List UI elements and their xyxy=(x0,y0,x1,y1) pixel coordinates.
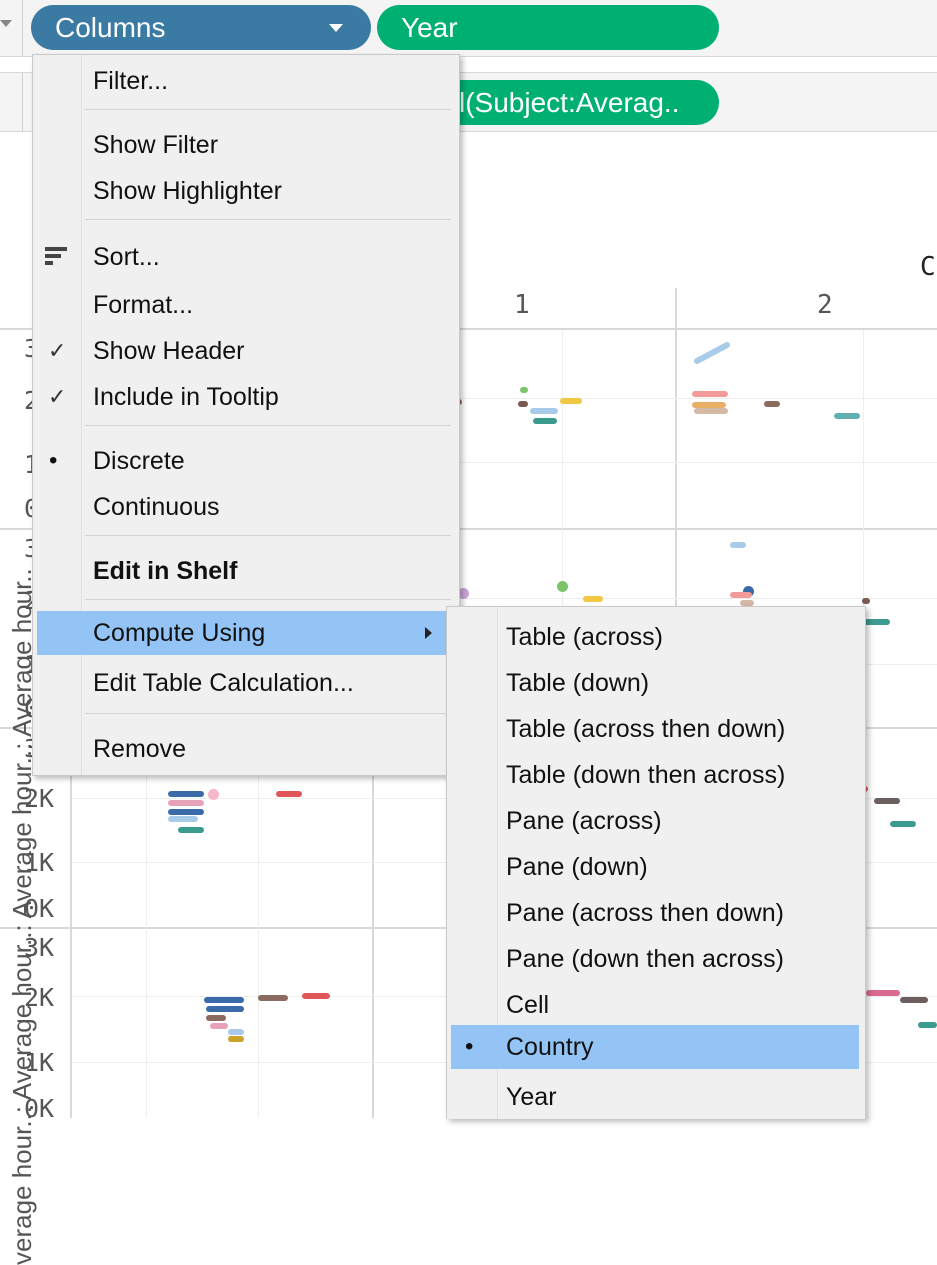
y-tick: 1K xyxy=(24,1048,55,1077)
data-mark[interactable] xyxy=(533,418,557,424)
checkmark-icon: ✓ xyxy=(48,338,67,363)
checkmark-icon: ✓ xyxy=(48,384,67,409)
data-mark[interactable] xyxy=(560,398,582,404)
menu-item-continuous[interactable]: Continuous xyxy=(33,485,459,529)
data-mark[interactable] xyxy=(168,816,198,822)
menu-item-sort[interactable]: Sort... xyxy=(33,235,459,279)
submenu-item-pane-across[interactable]: Pane (across) xyxy=(447,799,865,843)
menu-item-filter[interactable]: Filter... xyxy=(33,59,459,103)
data-mark[interactable] xyxy=(276,791,302,797)
submenu-arrow-icon xyxy=(425,627,432,639)
submenu-item-pane-down[interactable]: Pane (down) xyxy=(447,845,865,889)
submenu-item-country[interactable]: • Country xyxy=(451,1025,859,1069)
shelf-scroll-arrow-icon[interactable] xyxy=(0,20,12,27)
y-tick: 0K xyxy=(24,894,55,923)
columns-shelf[interactable]: Columns Year xyxy=(0,0,937,57)
data-mark[interactable] xyxy=(302,993,330,999)
year-pill-label: Year xyxy=(401,12,458,43)
data-mark[interactable] xyxy=(206,1015,226,1021)
data-mark[interactable] xyxy=(730,592,752,598)
menu-item-show-highlighter[interactable]: Show Highlighter xyxy=(33,169,459,213)
y-tick: 1K xyxy=(24,848,55,877)
columns-pill-label: Columns xyxy=(55,12,166,43)
menu-item-edit-table-calculation[interactable]: Edit Table Calculation... xyxy=(33,661,459,705)
menu-item-show-header[interactable]: ✓ Show Header xyxy=(33,329,459,373)
year-pill[interactable]: Year xyxy=(377,5,719,50)
data-mark[interactable] xyxy=(518,401,528,407)
submenu-item-table-down-then-across[interactable]: Table (down then across) xyxy=(447,753,865,797)
data-mark[interactable] xyxy=(228,1029,244,1035)
data-mark[interactable] xyxy=(918,1022,937,1028)
data-mark[interactable] xyxy=(208,789,219,800)
data-mark[interactable] xyxy=(862,598,870,604)
data-mark[interactable] xyxy=(834,413,860,419)
menu-item-remove[interactable]: Remove xyxy=(33,727,459,771)
data-mark[interactable] xyxy=(874,798,900,804)
y-tick: 3K xyxy=(24,933,55,962)
menu-item-compute-using[interactable]: Compute Using xyxy=(37,611,446,655)
y-tick: 0K xyxy=(24,1094,55,1123)
y-tick: 2K xyxy=(24,784,55,813)
data-mark[interactable] xyxy=(900,997,928,1003)
data-mark[interactable] xyxy=(168,809,204,815)
data-mark[interactable] xyxy=(210,1023,228,1029)
data-mark[interactable] xyxy=(520,387,528,393)
submenu-item-table-down[interactable]: Table (down) xyxy=(447,661,865,705)
data-mark[interactable] xyxy=(694,408,728,414)
dropdown-caret-icon[interactable] xyxy=(329,24,343,32)
data-mark[interactable] xyxy=(890,821,916,827)
data-mark[interactable] xyxy=(206,1006,244,1012)
menu-item-include-in-tooltip[interactable]: ✓ Include in Tooltip xyxy=(33,375,459,419)
y-tick: 2K xyxy=(24,983,55,1012)
bullet-icon: • xyxy=(465,1033,474,1060)
compute-using-submenu: Table (across) Table (down) Table (acros… xyxy=(446,606,866,1119)
column-header-2: 2 xyxy=(817,290,833,320)
pill-context-menu: Filter... Show Filter Show Highlighter S… xyxy=(32,54,460,776)
submenu-item-year[interactable]: Year xyxy=(447,1075,865,1119)
data-mark[interactable] xyxy=(692,391,728,397)
menu-item-edit-in-shelf[interactable]: Edit in Shelf xyxy=(33,549,459,593)
submenu-item-table-across[interactable]: Table (across) xyxy=(447,615,865,659)
submenu-item-pane-down-then-across[interactable]: Pane (down then across) xyxy=(447,937,865,981)
data-mark[interactable] xyxy=(764,401,780,407)
menu-item-discrete[interactable]: • Discrete xyxy=(33,439,459,483)
submenu-item-cell[interactable]: Cell xyxy=(447,983,865,1027)
column-header-1: 1 xyxy=(514,290,530,320)
submenu-item-pane-across-then-down[interactable]: Pane (across then down) xyxy=(447,891,865,935)
data-mark[interactable] xyxy=(557,581,568,592)
columns-pill[interactable]: Columns xyxy=(31,5,371,50)
data-mark[interactable] xyxy=(862,619,890,625)
sort-icon xyxy=(45,247,67,267)
rows-pill-label: l(Subject:Averag.. xyxy=(459,87,680,118)
top-header-label: C xyxy=(920,252,936,282)
data-mark[interactable] xyxy=(258,995,288,1001)
data-mark[interactable] xyxy=(168,791,204,797)
menu-item-show-filter[interactable]: Show Filter xyxy=(33,123,459,167)
data-mark[interactable] xyxy=(204,997,244,1003)
bullet-icon: • xyxy=(49,447,58,474)
data-mark[interactable] xyxy=(168,800,204,806)
data-mark[interactable] xyxy=(583,596,603,602)
data-mark[interactable] xyxy=(228,1036,244,1042)
data-mark[interactable] xyxy=(692,340,732,366)
submenu-item-table-across-then-down[interactable]: Table (across then down) xyxy=(447,707,865,751)
menu-item-format[interactable]: Format... xyxy=(33,283,459,327)
data-mark[interactable] xyxy=(730,542,746,548)
data-mark[interactable] xyxy=(866,990,900,996)
data-mark[interactable] xyxy=(178,827,204,833)
data-mark[interactable] xyxy=(530,408,558,414)
